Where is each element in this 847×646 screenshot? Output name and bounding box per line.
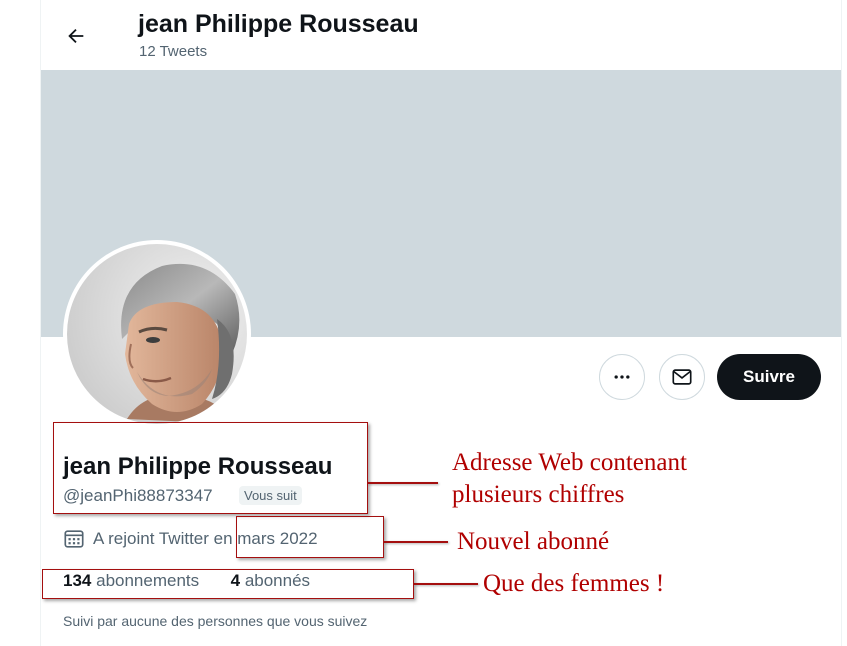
annotation-line-joined <box>384 541 448 543</box>
back-button[interactable] <box>56 16 96 56</box>
annotation-stats-note: Que des femmes ! <box>483 570 665 597</box>
more-options-button[interactable] <box>599 354 645 400</box>
annotation-box-joined <box>236 516 384 558</box>
annotation-name-note-line1: Adresse Web contenant <box>452 449 687 476</box>
envelope-icon <box>672 369 692 385</box>
message-button[interactable] <box>659 354 705 400</box>
followed-by-text: Suivi par aucune des personnes que vous … <box>63 613 368 629</box>
annotation-joined-note: Nouvel abonné <box>457 528 610 555</box>
tweet-count: 12 Tweets <box>139 43 208 60</box>
header-title: jean Philippe Rousseau <box>138 10 419 38</box>
more-dots-icon <box>614 375 630 379</box>
annotation-name-note-line2: plusieurs chiffres <box>452 481 625 508</box>
follow-button[interactable]: Suivre <box>717 354 821 400</box>
annotation-box-name <box>53 422 368 514</box>
avatar-photo <box>67 244 247 424</box>
calendar-icon <box>64 530 84 548</box>
arrow-left-icon <box>68 28 84 44</box>
annotation-line-stats <box>414 583 478 585</box>
annotation-line-name <box>368 482 438 484</box>
avatar[interactable] <box>63 240 251 428</box>
annotation-box-stats <box>42 569 414 599</box>
frame-divider-right <box>841 0 842 646</box>
